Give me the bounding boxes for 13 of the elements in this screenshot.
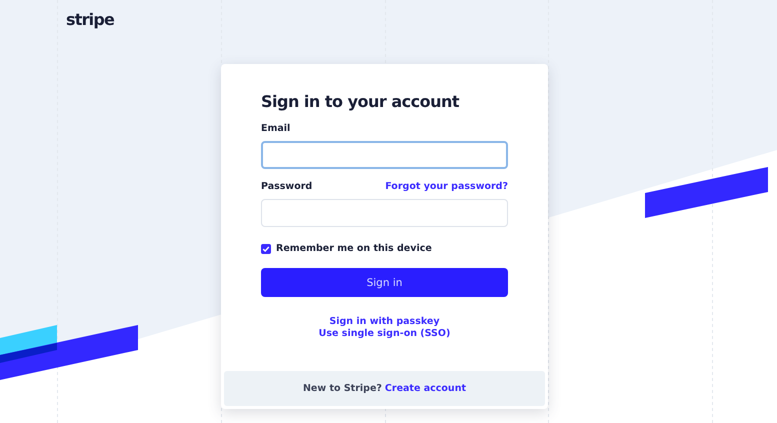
sign-in-button[interactable]: Sign in xyxy=(261,268,508,297)
create-account-link[interactable]: Create account xyxy=(384,383,466,394)
logo-text: stripe xyxy=(66,10,114,29)
field-label: Email xyxy=(261,123,290,134)
forgot-password-link[interactable]: Forgot your password? xyxy=(385,181,508,192)
input-field[interactable] xyxy=(261,141,508,169)
field-label: Password xyxy=(261,181,312,192)
checkbox-label: Remember me on this device xyxy=(276,243,432,254)
footer-text: New to Stripe? xyxy=(302,383,382,394)
form-title: Sign in to your account xyxy=(261,92,460,111)
sign-in-option-link[interactable]: Sign in with passkey xyxy=(329,316,440,327)
checkbox[interactable] xyxy=(261,244,271,254)
sign-in-option-link[interactable]: Use single sign-on (SSO) xyxy=(318,328,450,339)
